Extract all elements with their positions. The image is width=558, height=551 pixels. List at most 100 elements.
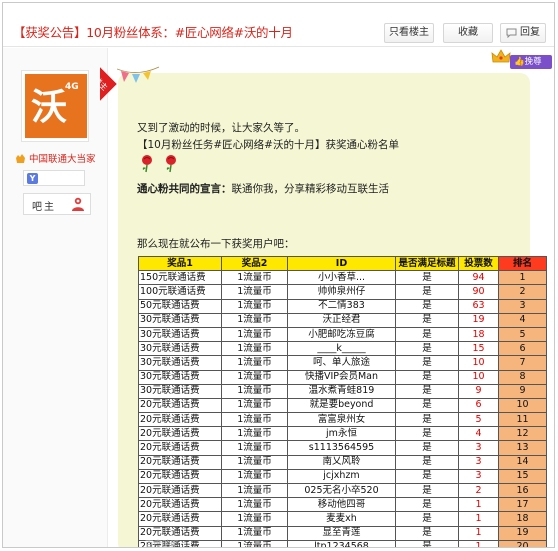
- cell-prize2: 1流量币: [221, 525, 288, 541]
- col-header-prize2: 奖品2: [221, 255, 288, 272]
- table-row: 20元联通话费 1流量币 就是要beyond 是 6 10: [138, 397, 547, 414]
- cell-rank: 20: [498, 539, 547, 547]
- cell-user-id[interactable]: 025无名小卒520: [287, 482, 396, 499]
- cell-votes: 1: [458, 539, 499, 547]
- table-row: 30元联通话费 1流量币 小肥邮吃冻豆腐是 18 5: [138, 326, 547, 343]
- cell-user-id[interactable]: 小肥邮吃冻豆腐: [287, 326, 396, 343]
- fan-group-icon: [16, 154, 25, 163]
- cell-qualified: 是: [395, 511, 459, 527]
- cell-prize1: 30元联通话费: [138, 355, 222, 371]
- favorite-button[interactable]: 收藏: [443, 23, 493, 43]
- cell-user-id[interactable]: ltp1234568: [287, 539, 396, 547]
- cell-prize1: 20元联通话费: [138, 440, 222, 456]
- cell-votes: 3: [458, 440, 499, 456]
- cell-votes: 1: [458, 525, 499, 541]
- cell-votes: 3: [458, 468, 499, 485]
- slogan-text: 联通你我，分享精彩移动互联生活: [231, 183, 390, 195]
- post-header: 【获奖公告】10月粉丝体系：#匠心网络#沃的十月 只看楼主 收藏 回复: [3, 3, 554, 47]
- cell-user-id[interactable]: jcjxhzm: [287, 468, 396, 485]
- cell-user-id[interactable]: 麦麦xh: [287, 511, 396, 527]
- cell-user-id[interactable]: 帅帅泉州仔: [287, 284, 396, 300]
- cell-user-id[interactable]: 显至青莲: [287, 525, 396, 541]
- user-group-row[interactable]: 中国联通大当家: [15, 151, 96, 165]
- cell-prize2: 1流量币: [221, 355, 288, 371]
- cell-rank: 3: [498, 298, 547, 314]
- table-row: 20元联通话费 1流量币 jm永恒是 4 12: [138, 426, 547, 442]
- wanzun-tag-button[interactable]: 👍挽尊: [510, 55, 552, 69]
- col-header-qualified: 是否满足标题: [395, 255, 459, 272]
- cell-prize1: 20元联通话费: [138, 412, 222, 428]
- cell-prize2: 1流量币: [221, 326, 288, 343]
- cell-user-id[interactable]: ____k_____: [287, 341, 396, 357]
- cell-user-id[interactable]: 快播VIP会员Man: [287, 369, 396, 385]
- cell-user-id[interactable]: 不二情383: [287, 298, 396, 314]
- cell-rank: 1: [498, 270, 547, 286]
- award-table-body: 150元联通话费 1流量币 小小香草... 是 94 1 100元联通话费 1流量币 帅帅泉州仔…: [138, 270, 547, 547]
- cell-user-id[interactable]: s1113564595: [287, 440, 396, 456]
- cell-qualified: 是: [395, 426, 459, 442]
- cell-prize2: 1流量币: [221, 539, 288, 547]
- crown-icon: [491, 49, 511, 68]
- cell-user-id[interactable]: 小小香草...: [287, 270, 396, 286]
- cell-rank: 5: [498, 326, 547, 343]
- cell-user-id[interactable]: 就是要beyond: [287, 397, 396, 414]
- post-slogan: 通心粉共同的宣言：联通你我，分享精彩移动互联生活: [137, 181, 389, 196]
- cell-rank: 9: [498, 383, 547, 399]
- cell-qualified: 是: [395, 497, 459, 513]
- cell-votes: 2: [458, 482, 499, 499]
- watermark: 百度贴吧: [145, 540, 180, 548]
- identity-badge[interactable]: Y: [23, 170, 85, 186]
- cell-prize1: 100元联通话费: [138, 284, 222, 300]
- table-row: 150元联通话费 1流量币 小小香草... 是 94 1: [138, 270, 547, 286]
- cell-user-id[interactable]: 移动他四哥: [287, 497, 396, 513]
- bunting-flags-icon: [117, 66, 159, 83]
- cell-qualified: 是: [395, 312, 459, 328]
- cell-rank: 17: [498, 497, 547, 513]
- cell-user-id[interactable]: jm永恒: [287, 426, 396, 442]
- cell-prize1: 20元联通话费: [138, 397, 222, 414]
- cell-prize1: 150元联通话费: [138, 270, 222, 286]
- cell-votes: 9: [458, 383, 499, 399]
- wanzun-tag-label: 挽尊: [524, 57, 542, 67]
- y-badge-icon: Y: [27, 173, 38, 184]
- col-header-id: ID: [287, 255, 396, 272]
- cell-qualified: 是: [395, 326, 459, 343]
- cell-qualified: 是: [395, 383, 459, 399]
- cell-votes: 1: [458, 497, 499, 513]
- cell-qualified: 是: [395, 468, 459, 485]
- cell-prize2: 1流量币: [221, 497, 288, 513]
- cell-user-id[interactable]: 富富泉州女: [287, 412, 396, 428]
- cell-rank: 14: [498, 454, 547, 470]
- reply-button-label: 回复: [520, 27, 540, 38]
- cell-qualified: 是: [395, 284, 459, 300]
- table-row: 20元联通话费 1流量币 麦麦xh 是 1 18: [138, 511, 547, 527]
- cell-prize2: 1流量币: [221, 270, 288, 286]
- award-table: 奖品1 奖品2 ID 是否满足标题 投票数 排名 150元联通话费 1流量币 小小香…: [138, 255, 547, 547]
- avatar[interactable]: 沃 4G: [25, 74, 87, 138]
- cell-rank: 4: [498, 312, 547, 328]
- col-header-votes: 投票数: [458, 255, 499, 272]
- table-row: 30元联通话费 1流量币 呵、单人旅途是 10 7: [138, 355, 547, 371]
- cell-rank: 19: [498, 525, 547, 541]
- cell-prize2: 1流量币: [221, 383, 288, 399]
- cell-qualified: 是: [395, 525, 459, 541]
- cell-user-id[interactable]: 温水煮青蛙819: [287, 383, 396, 399]
- cell-votes: 94: [458, 270, 499, 286]
- cell-prize2: 1流量币: [221, 454, 288, 470]
- cell-prize2: 1流量币: [221, 440, 288, 456]
- reply-button[interactable]: 回复: [500, 23, 546, 43]
- user-sidebar: 沃 4G 楼主 中国联通大当家 Y 吧主: [3, 48, 108, 547]
- cell-qualified: 是: [395, 440, 459, 456]
- only-author-button[interactable]: 只看楼主: [384, 23, 434, 43]
- cell-prize1: 20元联通话费: [138, 454, 222, 470]
- cell-rank: 11: [498, 412, 547, 428]
- cell-prize2: 1流量币: [221, 511, 288, 527]
- avatar-frame[interactable]: 沃 4G 楼主: [21, 70, 89, 142]
- cell-user-id[interactable]: 南乂风聆: [287, 454, 396, 470]
- cell-user-id[interactable]: 沃正经君: [287, 312, 396, 328]
- cell-user-id[interactable]: 呵、单人旅途: [287, 355, 396, 371]
- cell-prize1: 20元联通话费: [138, 426, 222, 442]
- cell-qualified: 是: [395, 454, 459, 470]
- cell-votes: 15: [458, 341, 499, 357]
- user-level-title: 吧主: [32, 202, 56, 213]
